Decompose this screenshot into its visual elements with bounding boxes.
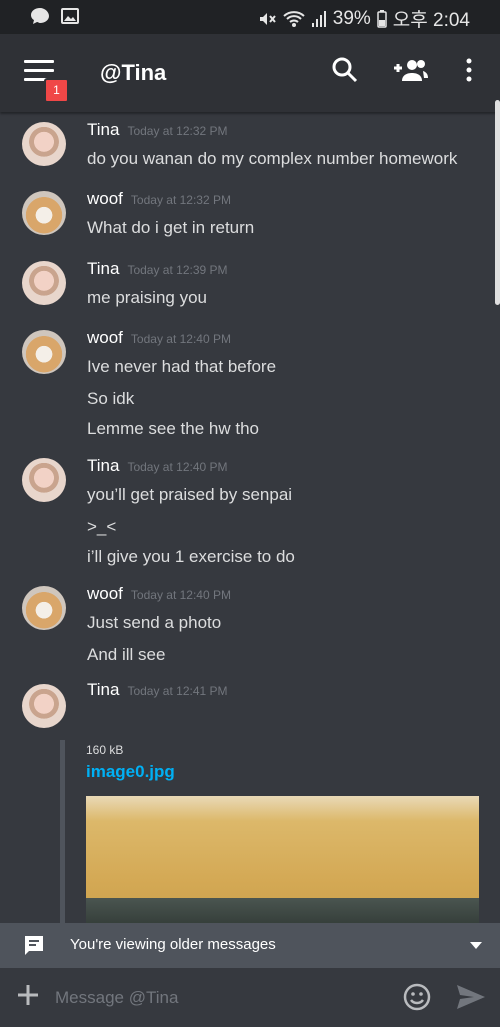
message-list[interactable]: Tina Today at 12:32 PM do you wanan do my… (0, 112, 500, 923)
channel-title: @Tina (100, 60, 167, 85)
send-icon[interactable] (455, 983, 487, 1011)
username[interactable]: Tina (87, 680, 119, 699)
timestamp: Today at 12:32 PM (127, 124, 228, 138)
plus-icon[interactable] (14, 981, 42, 1009)
username[interactable]: Tina (87, 259, 119, 278)
avatar[interactable] (22, 122, 66, 166)
avatar[interactable] (22, 458, 66, 502)
mute-icon (259, 12, 276, 25)
more-vertical-icon[interactable] (459, 56, 479, 84)
timestamp: Today at 12:40 PM (130, 332, 231, 346)
message-header: Tina Today at 12:32 PM (87, 120, 228, 140)
chat-bubble-icon (31, 8, 49, 24)
message-text[interactable]: you’ll get praised by senpai (87, 485, 292, 505)
signal-icon (311, 10, 326, 27)
timestamp: Today at 12:40 PM (130, 588, 231, 602)
message-text[interactable]: i’ll give you 1 exercise to do (87, 547, 295, 567)
app-bar: 1 @Tina (0, 34, 500, 112)
message-text[interactable]: Lemme see the hw tho (87, 419, 259, 439)
message-header: woof Today at 12:40 PM (87, 584, 231, 604)
message-text[interactable]: >_< (87, 517, 116, 537)
file-size: 160 kB (86, 743, 124, 757)
message-text[interactable]: And ill see (87, 645, 165, 665)
emoji-icon[interactable] (402, 982, 432, 1012)
avatar[interactable] (22, 586, 66, 630)
battery-percent: 39% (332, 7, 371, 29)
scrollbar[interactable] (495, 100, 500, 305)
battery-icon (377, 9, 387, 28)
composer: Message @Tina (0, 968, 500, 1027)
avatar[interactable] (22, 261, 66, 305)
notification-badge: 1 (44, 78, 69, 103)
gallery-icon (61, 8, 79, 24)
message-text[interactable]: Ive never had that before (87, 357, 276, 377)
username[interactable]: woof (87, 328, 123, 347)
attachment-border (60, 740, 65, 923)
avatar[interactable] (22, 684, 66, 728)
username[interactable]: Tina (87, 456, 119, 475)
timestamp: Today at 12:40 PM (127, 460, 228, 474)
message-input[interactable]: Message @Tina (55, 988, 178, 1008)
message-header: Tina Today at 12:41 PM (87, 680, 228, 700)
older-messages-bar[interactable]: You're viewing older messages (0, 923, 500, 968)
message-header: woof Today at 12:40 PM (87, 328, 231, 348)
attachment-image[interactable] (86, 796, 479, 923)
message-text[interactable]: Just send a photo (87, 613, 221, 633)
message-text[interactable]: me praising you (87, 288, 207, 308)
timestamp: Today at 12:39 PM (127, 263, 228, 277)
avatar[interactable] (22, 191, 66, 235)
timestamp: Today at 12:41 PM (127, 684, 228, 698)
message-header: Tina Today at 12:39 PM (87, 259, 228, 279)
clock: 오후 2:04 (392, 10, 470, 31)
message-text[interactable]: So idk (87, 389, 134, 409)
search-icon[interactable] (331, 56, 359, 84)
chevron-down-icon[interactable] (468, 939, 484, 951)
attachment-link[interactable]: image0.jpg (86, 762, 175, 782)
message-header: Tina Today at 12:40 PM (87, 456, 228, 476)
status-bar: 39% 오후 2:04 (0, 0, 500, 34)
message-text[interactable]: do you wanan do my complex number homewo… (87, 149, 457, 169)
username[interactable]: woof (87, 189, 123, 208)
avatar[interactable] (22, 330, 66, 374)
message-text[interactable]: What do i get in return (87, 218, 254, 238)
wifi-icon (283, 10, 305, 27)
username[interactable]: woof (87, 584, 123, 603)
message-icon (25, 936, 43, 955)
add-friend-icon[interactable] (393, 56, 429, 84)
timestamp: Today at 12:32 PM (130, 193, 231, 207)
older-messages-text: You're viewing older messages (70, 936, 276, 953)
username[interactable]: Tina (87, 120, 119, 139)
message-header: woof Today at 12:32 PM (87, 189, 231, 209)
